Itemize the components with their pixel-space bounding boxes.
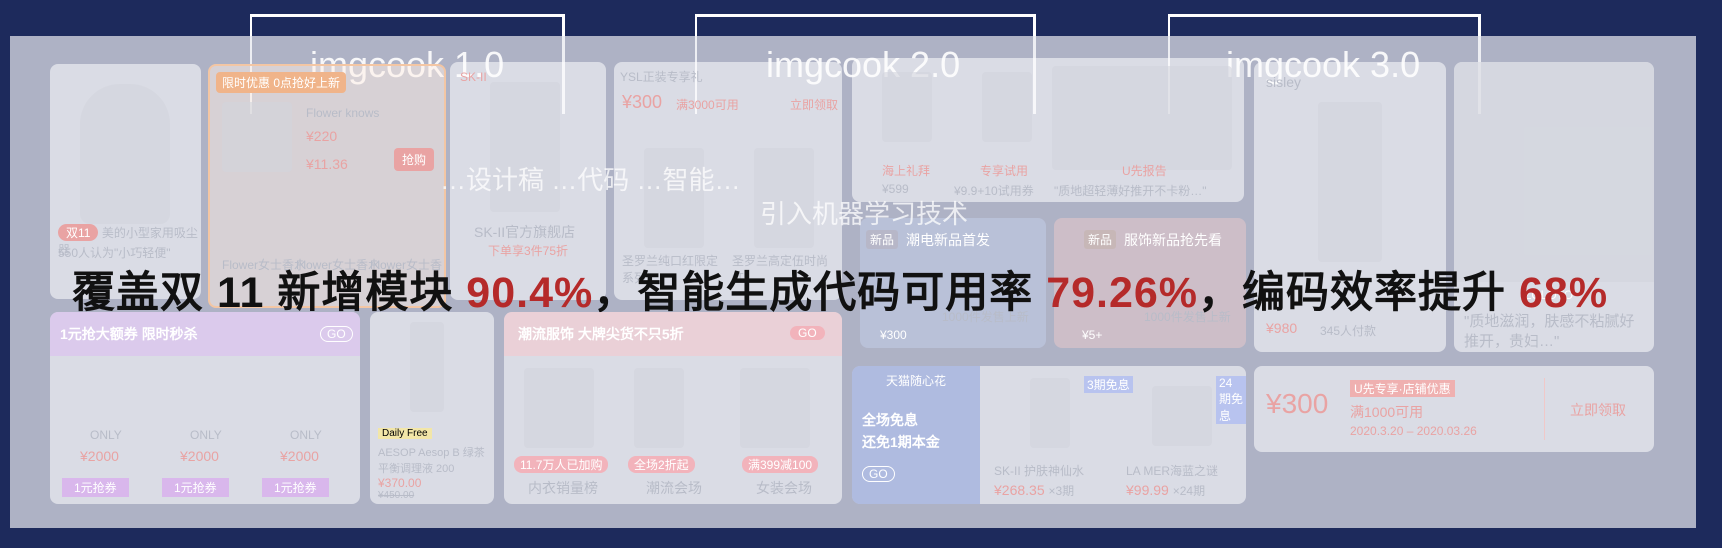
tmall-product-image-1 [1030,378,1070,448]
new2-badge: 新品 [1084,230,1117,249]
card-fashion[interactable]: 潮流服饰 大牌尖货不只5折 GO 11.7万人已加购 全场2折起 满399减10… [504,312,842,504]
tmall-badge-2: 24期免息 [1216,376,1246,424]
sisley-sub: 345人付款 [1320,324,1377,338]
limited-price: ¥220 [306,128,338,144]
limited-price2: ¥11.36 [306,156,348,172]
vacuum-image [80,84,170,224]
headline-part-2: ，智能生成代码可用率 [593,269,1047,317]
vacuum-badge: 双11 [58,224,99,241]
coupon1-brand-3: ONLY [290,428,322,442]
limited-product-image [222,102,292,172]
coupon1-amount-3: ¥2000 [280,448,319,464]
new1-sub: ¥300 [880,328,907,342]
new2-title: 服饰新品抢先看 [1124,232,1222,248]
fashion-go-button[interactable]: GO [790,326,825,340]
coupon1-btn-1[interactable]: 1元抢券 [62,478,129,497]
fashion-label-2[interactable]: 潮流会场 [646,478,702,498]
headline-part-3: ，编码效率提升 [1198,269,1519,317]
aesop-title: AESOP Aesop B 绿茶平衡调理液 200 [378,447,485,475]
sisley-logo: sisley [1266,74,1302,90]
headline: 覆盖双 11 新增模块 90.4%，智能生成代码可用率 79.26%，编码效率提… [72,258,1608,320]
ysl-price: ¥300 [622,92,663,112]
review-image [1454,62,1654,282]
coupon1-amount-2: ¥2000 [180,448,219,464]
tmall-badge-1: 3期免息 [1084,376,1133,393]
aesop-tag: Daily Free [378,428,432,439]
fashion-label-3[interactable]: 女装会场 [756,478,812,498]
tmall-item-price-2: ¥99.99 [1126,482,1169,498]
new1-badge: 新品 [866,230,899,249]
tmall-head: 天猫随心花 [886,374,947,388]
coupon2-tag: U先专享·店铺优惠 [1350,380,1455,397]
coupon1-title2: 限时秒杀 [141,326,198,342]
coupon1-title: 1元抢大额券 [60,326,138,342]
sisley-price: ¥980 [1266,320,1298,336]
limited-buy-button[interactable]: 抢购 [394,148,435,171]
fashion-image-3 [740,368,810,448]
tmall-item-unit-2: ×24期 [1172,484,1206,498]
tmall-item-price-1: ¥268.35 [994,482,1045,498]
ysl-tag1: 满3000可用 [676,98,739,112]
coupon1-btn-3[interactable]: 1元抢券 [262,478,329,497]
top-product-tag-1: 海上礼拜 [882,164,931,178]
tmall-line2: 还免1期本金 [862,434,940,450]
coupon2-date: 2020.3.20 – 2020.03.26 [1350,424,1477,438]
ysl-claim-button[interactable]: 立即领取 [790,96,838,113]
card-coupon-1yuan[interactable]: 1元抢大额券 限时秒杀 GO ONLY ONLY ONLY ¥2000 ¥200… [50,312,360,504]
tmall-go-button[interactable]: GO [862,466,895,482]
fashion-title2: 大牌尖货不只5折 [577,326,684,342]
fashion-label-1[interactable]: 内衣销量榜 [528,478,598,498]
card-store-coupon[interactable]: ¥300 U先专享·店铺优惠 满1000可用 2020.3.20 – 2020.… [1254,366,1654,452]
coupon2-amount: ¥300 [1266,388,1329,419]
coupon1-brand-2: ONLY [190,428,222,442]
sisley-product-image [1318,102,1382,262]
limited-head: 限时优惠 [222,76,271,90]
tmall-product-image-2 [1152,386,1212,446]
top-product-image-1 [882,72,932,142]
limited-brand: Flower knows [306,106,380,120]
new1-title: 潮电新品首发 [906,232,990,248]
fashion-tag-2: 全场2折起 [628,456,695,473]
fashion-image-2 [634,368,684,448]
card-tmall-installment[interactable]: 天猫随心花 全场免息 还免1期本金 GO 3期免息 24期免息 SK-II 护肤… [852,366,1246,504]
headline-part-1: 覆盖双 11 新增模块 [72,269,467,317]
tmall-line1: 全场免息 [862,412,918,428]
aesop-price: ¥370.00 [378,476,422,490]
coupon2-divider [1544,378,1545,440]
headline-value-3: 68% [1518,269,1609,317]
aesop-product-image [410,322,444,412]
coupon2-claim-button[interactable]: 立即领取 [1570,400,1626,420]
bg-line-1: …设计稿 …代码 …智能… [440,165,741,195]
coupon1-btn-2[interactable]: 1元抢券 [162,478,229,497]
fashion-image-1 [524,368,594,448]
tmall-item-name-1: SK-II 护肤神仙水 [994,464,1085,478]
headline-value-1: 90.4% [466,269,594,317]
headline-value-2: 79.26% [1046,269,1199,317]
top-product-price-3: "质地超轻薄好推开不卡粉…" [1054,184,1207,198]
fashion-title: 潮流服饰 [518,326,574,342]
tmall-item-name-2: LA MER海蓝之谜 [1126,464,1219,478]
skii-title: SK-II官方旗舰店 [474,224,576,240]
tmall-item-unit-1: ×3期 [1048,484,1075,498]
limited-head2: 0点抢好上新 [273,76,341,90]
ysl-head: YSL正装专享礼 [620,70,703,84]
aesop-old-price: ¥450.00 [378,490,415,501]
fashion-tag-1: 11.7万人已加购 [514,456,609,473]
new2-sub: ¥5+ [1082,328,1103,342]
coupon1-amount-1: ¥2000 [80,448,119,464]
bg-line-2: 引入机器学习技术 [760,199,969,229]
top-product-tag-2: 专享试用 [980,164,1029,178]
skii-logo: SK-II [460,70,487,84]
card-top-products[interactable]: 海上礼拜 专享试用 U先报告 ¥599 ¥9.9+10试用券 "质地超轻薄好推开… [852,58,1244,202]
skii-sub: 下单享3件75折 [488,244,569,258]
card-aesop[interactable]: Daily Free AESOP Aesop B 绿茶平衡调理液 200 ¥37… [370,312,494,504]
top-product-tag-3: U先报告 [1122,164,1167,178]
coupon1-brand-1: ONLY [90,428,122,442]
coupon2-condition: 满1000可用 [1350,404,1424,420]
top-product-image-3 [1052,66,1232,170]
coupon1-go-button[interactable]: GO [320,326,353,342]
top-product-image-2 [982,72,1032,142]
fashion-tag-3: 满399减100 [742,456,819,473]
